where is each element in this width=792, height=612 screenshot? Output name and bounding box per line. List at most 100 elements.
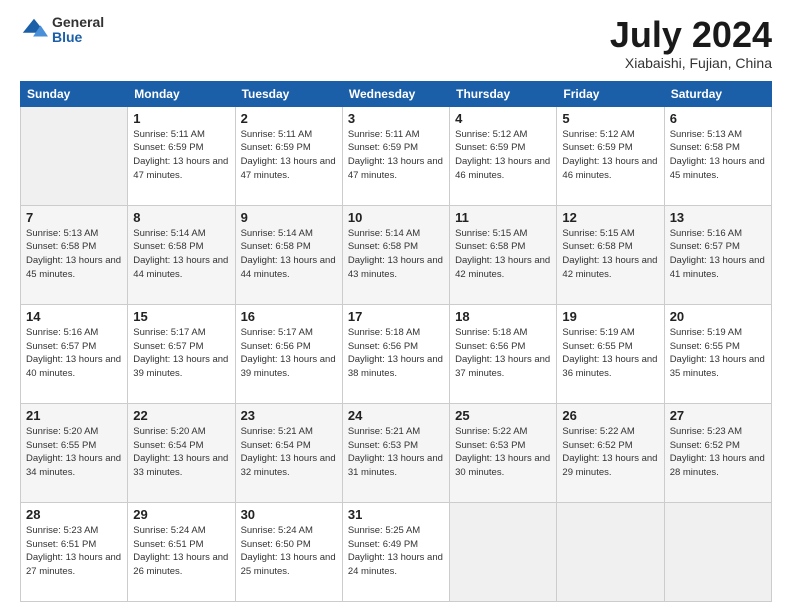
day-number: 27 (670, 408, 766, 423)
day-number: 6 (670, 111, 766, 126)
day-cell: 15Sunrise: 5:17 AM Sunset: 6:57 PM Dayli… (128, 304, 235, 403)
day-cell: 8Sunrise: 5:14 AM Sunset: 6:58 PM Daylig… (128, 205, 235, 304)
day-info: Sunrise: 5:14 AM Sunset: 6:58 PM Dayligh… (348, 227, 444, 282)
day-cell: 22 Sunrise: 5:20 AM Sunset: 6:54 PM Dayli… (128, 403, 235, 502)
day-number: 22 (133, 408, 229, 423)
header-tuesday: Tuesday (235, 81, 342, 106)
day-info: Sunrise: 5:25 AM Sunset: 6:49 PM Dayligh… (348, 524, 444, 579)
day-info: Sunrise: 5:24 AM Sunset: 6:50 PM Dayligh… (241, 524, 337, 579)
day-info: Sunrise: 5:23 AM Sunset: 6:51 PM Dayligh… (26, 524, 122, 579)
subtitle: Xiabaishi, Fujian, China (610, 55, 772, 71)
day-info: Sunrise: 5:12 AM Sunset: 6:59 PM Dayligh… (455, 128, 551, 183)
day-info: Sunrise: 5:15 AM Sunset: 6:58 PM Dayligh… (562, 227, 658, 282)
day-cell: 27 Sunrise: 5:23 AM Sunset: 6:52 PM Dayli… (664, 403, 771, 502)
day-cell: 19Sunrise: 5:19 AM Sunset: 6:55 PM Dayli… (557, 304, 664, 403)
day-number: 17 (348, 309, 444, 324)
day-info: Sunrise: 5:21 AM Sunset: 6:53 PM Dayligh… (348, 425, 444, 480)
day-info: Sunrise: 5:11 AM Sunset: 6:59 PM Dayligh… (348, 128, 444, 183)
header-saturday: Saturday (664, 81, 771, 106)
header-sunday: Sunday (21, 81, 128, 106)
day-cell: 17 Sunrise: 5:18 AM Sunset: 6:56 PM Dayli… (342, 304, 449, 403)
header-monday: Monday (128, 81, 235, 106)
day-info: Sunrise: 5:24 AM Sunset: 6:51 PM Dayligh… (133, 524, 229, 579)
day-number: 26 (562, 408, 658, 423)
calendar-page: General Blue July 2024 Xiabaishi, Fujian… (0, 0, 792, 612)
day-number: 12 (562, 210, 658, 225)
day-info: Sunrise: 5:11 AM Sunset: 6:59 PM Dayligh… (241, 128, 337, 183)
day-number: 10 (348, 210, 444, 225)
day-cell: 2 Sunrise: 5:11 AM Sunset: 6:59 PM Daylig… (235, 106, 342, 205)
day-cell: 31 Sunrise: 5:25 AM Sunset: 6:49 PM Dayli… (342, 502, 449, 601)
title-block: July 2024 Xiabaishi, Fujian, China (610, 15, 772, 71)
day-info: Sunrise: 5:23 AM Sunset: 6:52 PM Dayligh… (670, 425, 766, 480)
day-number: 21 (26, 408, 122, 423)
day-number: 16 (241, 309, 337, 324)
day-cell: 13 Sunrise: 5:16 AM Sunset: 6:57 PM Dayli… (664, 205, 771, 304)
week-row-5: 28 Sunrise: 5:23 AM Sunset: 6:51 PM Dayli… (21, 502, 772, 601)
day-number: 31 (348, 507, 444, 522)
logo-general-text: General (52, 15, 104, 30)
day-info: Sunrise: 5:19 AM Sunset: 6:55 PM Dayligh… (562, 326, 658, 381)
day-number: 8 (133, 210, 229, 225)
week-row-1: 1 Sunrise: 5:11 AM Sunset: 6:59 PM Daylig… (21, 106, 772, 205)
logo-text: General Blue (52, 15, 104, 46)
header-thursday: Thursday (450, 81, 557, 106)
day-info: Sunrise: 5:15 AM Sunset: 6:58 PM Dayligh… (455, 227, 551, 282)
day-info: Sunrise: 5:13 AM Sunset: 6:58 PM Dayligh… (670, 128, 766, 183)
day-number: 7 (26, 210, 122, 225)
day-info: Sunrise: 5:20 AM Sunset: 6:55 PM Dayligh… (26, 425, 122, 480)
day-info: Sunrise: 5:22 AM Sunset: 6:53 PM Dayligh… (455, 425, 551, 480)
day-cell: 23 Sunrise: 5:21 AM Sunset: 6:54 PM Dayli… (235, 403, 342, 502)
day-number: 20 (670, 309, 766, 324)
day-number: 29 (133, 507, 229, 522)
week-row-3: 14Sunrise: 5:16 AM Sunset: 6:57 PM Dayli… (21, 304, 772, 403)
day-cell: 29 Sunrise: 5:24 AM Sunset: 6:51 PM Dayli… (128, 502, 235, 601)
day-number: 3 (348, 111, 444, 126)
day-number: 2 (241, 111, 337, 126)
day-cell: 1Sunrise: 5:11 AM Sunset: 6:59 PM Daylig… (128, 106, 235, 205)
day-info: Sunrise: 5:16 AM Sunset: 6:57 PM Dayligh… (670, 227, 766, 282)
day-number: 11 (455, 210, 551, 225)
day-number: 25 (455, 408, 551, 423)
day-cell: 25 Sunrise: 5:22 AM Sunset: 6:53 PM Dayli… (450, 403, 557, 502)
day-info: Sunrise: 5:20 AM Sunset: 6:54 PM Dayligh… (133, 425, 229, 480)
day-number: 13 (670, 210, 766, 225)
day-number: 1 (133, 111, 229, 126)
day-cell: 3 Sunrise: 5:11 AM Sunset: 6:59 PM Daylig… (342, 106, 449, 205)
day-number: 18 (455, 309, 551, 324)
day-number: 4 (455, 111, 551, 126)
day-info: Sunrise: 5:22 AM Sunset: 6:52 PM Dayligh… (562, 425, 658, 480)
day-info: Sunrise: 5:21 AM Sunset: 6:54 PM Dayligh… (241, 425, 337, 480)
day-cell: 4 Sunrise: 5:12 AM Sunset: 6:59 PM Daylig… (450, 106, 557, 205)
weekday-header-row: Sunday Monday Tuesday Wednesday Thursday… (21, 81, 772, 106)
day-cell: 20 Sunrise: 5:19 AM Sunset: 6:55 PM Dayli… (664, 304, 771, 403)
logo: General Blue (20, 15, 104, 46)
day-cell (557, 502, 664, 601)
day-number: 28 (26, 507, 122, 522)
day-cell: 21 Sunrise: 5:20 AM Sunset: 6:55 PM Dayli… (21, 403, 128, 502)
day-cell: 18 Sunrise: 5:18 AM Sunset: 6:56 PM Dayli… (450, 304, 557, 403)
logo-icon (20, 16, 48, 44)
day-number: 23 (241, 408, 337, 423)
week-row-2: 7Sunrise: 5:13 AM Sunset: 6:58 PM Daylig… (21, 205, 772, 304)
header-friday: Friday (557, 81, 664, 106)
day-info: Sunrise: 5:18 AM Sunset: 6:56 PM Dayligh… (455, 326, 551, 381)
day-cell: 5Sunrise: 5:12 AM Sunset: 6:59 PM Daylig… (557, 106, 664, 205)
week-row-4: 21 Sunrise: 5:20 AM Sunset: 6:55 PM Dayli… (21, 403, 772, 502)
day-number: 30 (241, 507, 337, 522)
day-cell: 9Sunrise: 5:14 AM Sunset: 6:58 PM Daylig… (235, 205, 342, 304)
day-info: Sunrise: 5:18 AM Sunset: 6:56 PM Dayligh… (348, 326, 444, 381)
day-info: Sunrise: 5:19 AM Sunset: 6:55 PM Dayligh… (670, 326, 766, 381)
day-cell (664, 502, 771, 601)
header: General Blue July 2024 Xiabaishi, Fujian… (20, 15, 772, 71)
day-cell: 24Sunrise: 5:21 AM Sunset: 6:53 PM Dayli… (342, 403, 449, 502)
day-cell: 10 Sunrise: 5:14 AM Sunset: 6:58 PM Dayli… (342, 205, 449, 304)
day-number: 9 (241, 210, 337, 225)
day-number: 5 (562, 111, 658, 126)
day-cell (21, 106, 128, 205)
day-number: 14 (26, 309, 122, 324)
day-cell: 7Sunrise: 5:13 AM Sunset: 6:58 PM Daylig… (21, 205, 128, 304)
day-cell: 26 Sunrise: 5:22 AM Sunset: 6:52 PM Dayli… (557, 403, 664, 502)
calendar-table: Sunday Monday Tuesday Wednesday Thursday… (20, 81, 772, 602)
day-cell: 6 Sunrise: 5:13 AM Sunset: 6:58 PM Daylig… (664, 106, 771, 205)
